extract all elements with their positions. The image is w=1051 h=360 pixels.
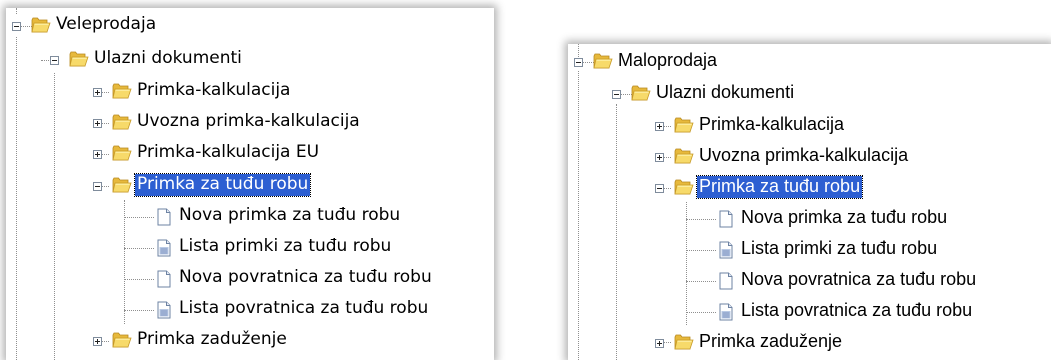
- tree-leaf-lista-povratnica[interactable]: Lista povratnica za tuđu robu: [568, 300, 1051, 324]
- tree-node-primka-za-tudu-robu[interactable]: Primka za tuđu robu: [568, 175, 1051, 200]
- folder-icon: [112, 331, 132, 349]
- expand-toggle-icon[interactable]: [93, 119, 102, 128]
- tree-leaf-nova-povratnica[interactable]: Nova povratnica za tuđu robu: [568, 269, 1051, 293]
- expand-toggle-icon[interactable]: [655, 339, 664, 348]
- tree-node-primka-za-tudu-robu[interactable]: Primka za tuđu robu: [6, 173, 494, 198]
- tree-node-uvozna-primka-kalkulacija[interactable]: Uvozna primka-kalkulacija: [6, 111, 494, 135]
- folder-open-icon: [674, 178, 694, 196]
- tree-node-label: Maloprodaja: [618, 50, 718, 70]
- folder-icon: [631, 84, 651, 102]
- tree-leaf-label: Lista primki za tuđu robu: [741, 238, 938, 258]
- expand-toggle-icon[interactable]: [93, 337, 102, 346]
- tree-leaf-label: Nova povratnica za tuđu robu: [179, 267, 432, 287]
- list-document-icon: [716, 241, 736, 259]
- tree-node-label: Primka-kalkulacija: [137, 80, 291, 100]
- tree-leaf-label: Nova povratnica za tuđu robu: [741, 269, 977, 289]
- folder-icon: [31, 16, 51, 34]
- tree-node-primka-kalkulacija[interactable]: Primka-kalkulacija: [568, 114, 1051, 138]
- list-document-icon: [716, 303, 736, 321]
- tree-node-ulazni-dokumenti[interactable]: Ulazni dokumenti: [6, 48, 494, 72]
- expand-toggle-icon[interactable]: [93, 150, 102, 159]
- tree-leaf-label: Lista povratnica za tuđu robu: [741, 300, 973, 320]
- folder-icon: [674, 333, 694, 351]
- list-document-icon: [154, 239, 174, 257]
- folder-icon: [593, 52, 613, 70]
- wholesale-tree-panel: Veleprodaja Ulazni dokumenti Primka-kalk…: [6, 8, 494, 360]
- expand-toggle-icon[interactable]: [93, 88, 102, 97]
- folder-icon: [674, 147, 694, 165]
- expand-toggle-icon[interactable]: [655, 153, 664, 162]
- wholesale-tree: Veleprodaja Ulazni dokumenti Primka-kalk…: [6, 8, 494, 360]
- tree-leaf-nova-primka[interactable]: Nova primka za tuđu robu: [6, 205, 494, 229]
- collapse-toggle-icon[interactable]: [655, 184, 664, 193]
- tree-node-ulazni-dokumenti[interactable]: Ulazni dokumenti: [568, 82, 1051, 106]
- tree-node-primka-zaduzenje[interactable]: Primka zaduženje: [568, 331, 1051, 355]
- tree-node-label-selected: Primka za tuđu robu: [695, 175, 864, 199]
- tree-leaf-label: Nova primka za tuđu robu: [741, 207, 948, 227]
- tree-node-primka-zaduzenje[interactable]: Primka zaduženje: [6, 329, 494, 353]
- list-document-icon: [154, 301, 174, 319]
- collapse-toggle-icon[interactable]: [93, 182, 102, 191]
- tree-node-veleprodaja[interactable]: Veleprodaja: [6, 14, 494, 38]
- tree-node-label: Uvozna primka-kalkulacija: [137, 111, 360, 131]
- tree-node-label: Ulazni dokumenti: [656, 82, 795, 102]
- tree-node-label: Ulazni dokumenti: [94, 48, 242, 68]
- expand-toggle-icon[interactable]: [655, 122, 664, 131]
- folder-icon: [112, 144, 132, 162]
- collapse-toggle-icon[interactable]: [574, 58, 583, 67]
- folder-icon: [112, 82, 132, 100]
- tree-node-label: Primka zaduženje: [699, 331, 843, 351]
- tree-node-primka-kalkulacija-eu[interactable]: Primka-kalkulacija EU: [6, 142, 494, 166]
- tree-leaf-lista-povratnica[interactable]: Lista povratnica za tuđu robu: [6, 298, 494, 322]
- tree-leaf-lista-primki[interactable]: Lista primki za tuđu robu: [6, 236, 494, 260]
- folder-icon: [69, 50, 89, 68]
- tree-leaf-label: Lista primki za tuđu robu: [179, 236, 392, 256]
- tree-node-label-selected: Primka za tuđu robu: [133, 173, 312, 197]
- tree-node-maloprodaja[interactable]: Maloprodaja: [568, 50, 1051, 74]
- document-icon: [716, 210, 736, 228]
- tree-leaf-lista-primki[interactable]: Lista primki za tuđu robu: [568, 238, 1051, 262]
- retail-tree: Maloprodaja Ulazni dokumenti Primka-kalk…: [568, 44, 1051, 360]
- tree-node-primka-kalkulacija[interactable]: Primka-kalkulacija: [6, 80, 494, 104]
- tree-node-uvozna-primka-kalkulacija[interactable]: Uvozna primka-kalkulacija: [568, 145, 1051, 169]
- collapse-toggle-icon[interactable]: [50, 56, 59, 65]
- tree-leaf-nova-povratnica[interactable]: Nova povratnica za tuđu robu: [6, 267, 494, 291]
- folder-open-icon: [112, 176, 132, 194]
- tree-node-label: Primka-kalkulacija EU: [137, 142, 320, 162]
- document-icon: [154, 208, 174, 226]
- tree-node-label: Primka zaduženje: [137, 329, 287, 349]
- collapse-toggle-icon[interactable]: [612, 90, 621, 99]
- document-icon: [716, 272, 736, 290]
- tree-leaf-nova-primka[interactable]: Nova primka za tuđu robu: [568, 207, 1051, 231]
- retail-tree-panel: Maloprodaja Ulazni dokumenti Primka-kalk…: [568, 44, 1051, 360]
- tree-node-label: Primka-kalkulacija: [699, 114, 845, 134]
- folder-icon: [674, 116, 694, 134]
- folder-icon: [112, 113, 132, 131]
- collapse-toggle-icon[interactable]: [12, 22, 21, 31]
- tree-node-label: Uvozna primka-kalkulacija: [699, 145, 909, 165]
- tree-leaf-label: Nova primka za tuđu robu: [179, 205, 401, 225]
- document-icon: [154, 270, 174, 288]
- tree-leaf-label: Lista povratnica za tuđu robu: [179, 298, 429, 318]
- tree-node-label: Veleprodaja: [56, 14, 157, 34]
